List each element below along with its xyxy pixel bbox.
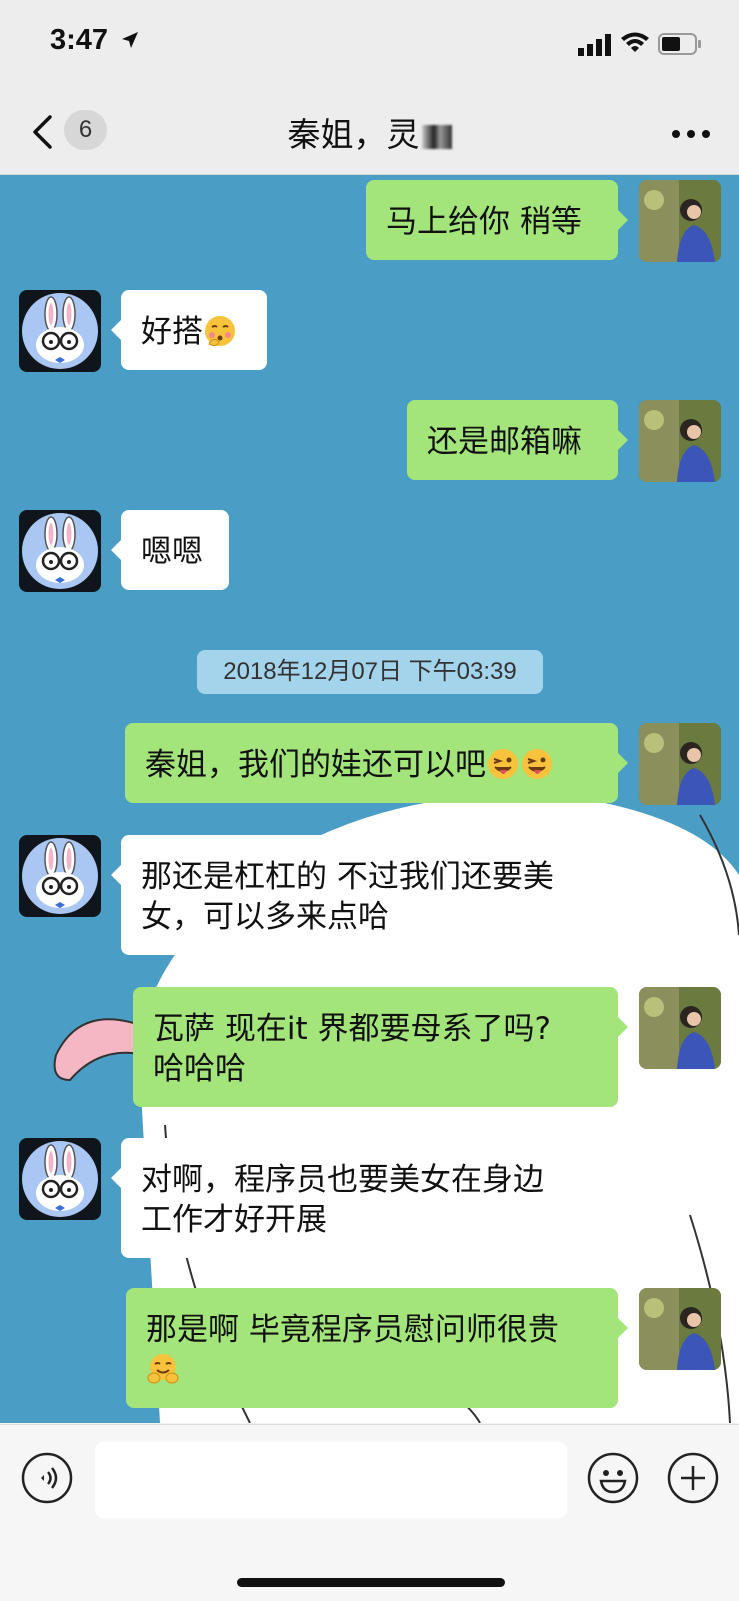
home-indicator[interactable] xyxy=(237,1578,505,1587)
message-text: 嗯嗯 xyxy=(141,534,203,570)
contact-avatar[interactable] xyxy=(19,510,101,592)
contact-avatar[interactable] xyxy=(19,1138,101,1220)
outgoing-message-bubble[interactable]: 秦姐，我们的娃还可以吧 xyxy=(125,723,628,803)
incoming-message-bubble[interactable]: 对啊，程序员也要美女在身边 工作才好开展 xyxy=(111,1138,607,1258)
bunny-avatar-image xyxy=(22,293,98,369)
location-arrow-icon xyxy=(122,32,138,48)
bunny-avatar-image xyxy=(22,838,98,914)
battery-icon xyxy=(658,33,701,55)
message-text: 女，可以多来点哈 xyxy=(141,899,389,935)
my-avatar[interactable] xyxy=(639,987,721,1069)
bunny-avatar-image xyxy=(22,513,98,589)
avatar-photo xyxy=(639,987,721,1069)
my-avatar[interactable] xyxy=(639,400,721,482)
message-text: 瓦萨 现在it 界都要母系了吗? xyxy=(153,1011,551,1047)
message-text: 还是邮箱嘛 xyxy=(427,424,582,460)
bunny-avatar-image xyxy=(22,1141,98,1217)
hugging-face-emoji xyxy=(147,1354,179,1384)
wifi-icon xyxy=(621,32,649,52)
more-dots-icon[interactable] xyxy=(671,129,711,139)
message-text: 对啊，程序员也要美女在身边 xyxy=(141,1162,544,1198)
winking-face-with-tongue-emoji xyxy=(522,749,552,779)
incoming-message-bubble[interactable]: 好搭 xyxy=(111,290,267,370)
message-text: 那还是杠杠的 不过我们还要美 xyxy=(141,859,554,895)
status-time: 3:47 xyxy=(50,24,109,56)
voice-input-icon[interactable] xyxy=(21,1452,73,1504)
avatar-photo xyxy=(639,180,721,262)
my-avatar[interactable] xyxy=(639,1288,721,1370)
my-avatar[interactable] xyxy=(639,180,721,262)
signal-icon xyxy=(578,34,611,56)
timestamp-divider: 2018年12月07日 下午03:39 xyxy=(197,650,543,694)
message-text: 工作才好开展 xyxy=(141,1202,327,1238)
message-text: 那是啊 毕竟程序员慰问师很贵 xyxy=(146,1312,559,1348)
message-text: 哈哈哈 xyxy=(153,1051,246,1087)
avatar-photo xyxy=(639,400,721,482)
contact-avatar[interactable] xyxy=(19,290,101,372)
winking-face-with-tongue-emoji xyxy=(488,749,518,779)
chat-title-text: 秦姐，灵 xyxy=(287,115,420,154)
outgoing-message-bubble[interactable]: 那是啊 毕竟程序员慰问师很贵 xyxy=(126,1288,628,1408)
face-blowing-kiss-emoji xyxy=(205,316,235,347)
avatar-photo xyxy=(639,1288,721,1370)
plus-circle-icon[interactable] xyxy=(667,1452,719,1504)
message-text: 好搭 xyxy=(141,314,203,350)
message-text: 秦姐，我们的娃还可以吧 xyxy=(145,747,486,783)
message-input-bar xyxy=(0,1424,739,1601)
chat-area[interactable]: 马上给你 稍等 好搭 还是邮箱嘛 嗯嗯 2018年12月07日 下午03:39 … xyxy=(0,175,739,1423)
chat-title: 秦姐，灵 xyxy=(0,108,739,156)
my-avatar[interactable] xyxy=(639,723,721,805)
incoming-message-bubble[interactable]: 嗯嗯 xyxy=(111,510,229,590)
outgoing-message-bubble[interactable]: 马上给你 稍等 xyxy=(366,180,628,260)
message-text: 马上给你 稍等 xyxy=(386,204,582,240)
emoji-smile-icon[interactable] xyxy=(587,1452,639,1504)
avatar-photo xyxy=(639,723,721,805)
message-input[interactable] xyxy=(95,1442,567,1518)
redacted-name-blur xyxy=(421,124,452,149)
status-bar: 3:47 xyxy=(0,0,739,88)
outgoing-message-bubble[interactable]: 瓦萨 现在it 界都要母系了吗? 哈哈哈 xyxy=(133,987,628,1107)
outgoing-message-bubble[interactable]: 还是邮箱嘛 xyxy=(407,400,628,480)
chat-header: 6 秦姐，灵 xyxy=(0,88,739,175)
incoming-message-bubble[interactable]: 那还是杠杠的 不过我们还要美 女，可以多来点哈 xyxy=(111,835,607,955)
contact-avatar[interactable] xyxy=(19,835,101,917)
